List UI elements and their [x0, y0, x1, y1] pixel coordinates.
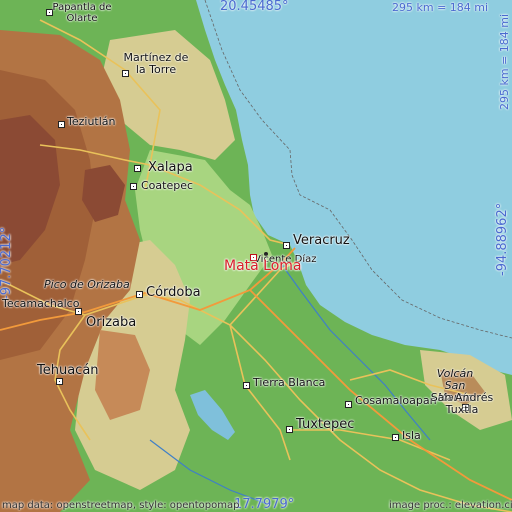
credit-map-data: map data: openstreetmap, style: opentopo… [2, 500, 240, 511]
label-san-andres-tuxtla: San Andrés Tuxtla [430, 391, 494, 416]
label-orizaba: Orizaba [86, 315, 137, 330]
label-teziutlan: Teziutlán [67, 115, 116, 128]
marker-orizaba[interactable] [75, 308, 82, 315]
south-coordinate: 17.7979° [234, 497, 295, 512]
scale-top: 295 km = 184 mi [392, 1, 489, 14]
west-coordinate: -97.70212° [0, 226, 14, 300]
marker-teziutlan[interactable] [58, 121, 65, 128]
marker-isla[interactable] [392, 434, 399, 441]
east-coordinate: -94.88962° [495, 202, 510, 276]
marker-tehuacan[interactable] [56, 378, 63, 385]
marker-tuxtepec[interactable] [286, 426, 293, 433]
label-tierra-blanca: Tierra Blanca [253, 376, 326, 389]
label-martinez: Martínez de la Torre [123, 51, 189, 76]
marker-veracruz[interactable] [283, 242, 290, 249]
label-papantla: Papantla de Olarte [52, 2, 112, 24]
scale-right: 295 km = 184 mi [498, 13, 511, 110]
north-coordinate: 20.45485° [220, 0, 289, 14]
topographic-map[interactable]: 20.45485° 295 km = 184 mi 17.7979° -97.7… [0, 0, 512, 512]
marker-xalapa[interactable] [134, 165, 141, 172]
credit-image-processing: image proc.: elevation.city [389, 500, 512, 511]
label-pico-de-orizaba: Pico de Orizaba [44, 278, 130, 291]
label-coatepec: Coatepec [141, 179, 194, 192]
marker-cordoba[interactable] [136, 291, 143, 298]
marker-tierra-blanca[interactable] [243, 382, 250, 389]
label-cordoba: Córdoba [146, 285, 201, 300]
label-tuxtepec: Tuxtepec [296, 417, 355, 432]
label-veracruz: Veracruz [293, 233, 350, 248]
marker-coatepec[interactable] [130, 183, 137, 190]
marker-cosamaloapan[interactable] [345, 401, 352, 408]
label-tehuacan: Tehuacán [37, 363, 99, 378]
label-tecamachalco: Tecamachalco [2, 297, 80, 310]
label-isla: Isla [402, 429, 421, 442]
label-xalapa: Xalapa [148, 160, 193, 175]
label-mata-loma: Mata Loma [224, 258, 302, 274]
